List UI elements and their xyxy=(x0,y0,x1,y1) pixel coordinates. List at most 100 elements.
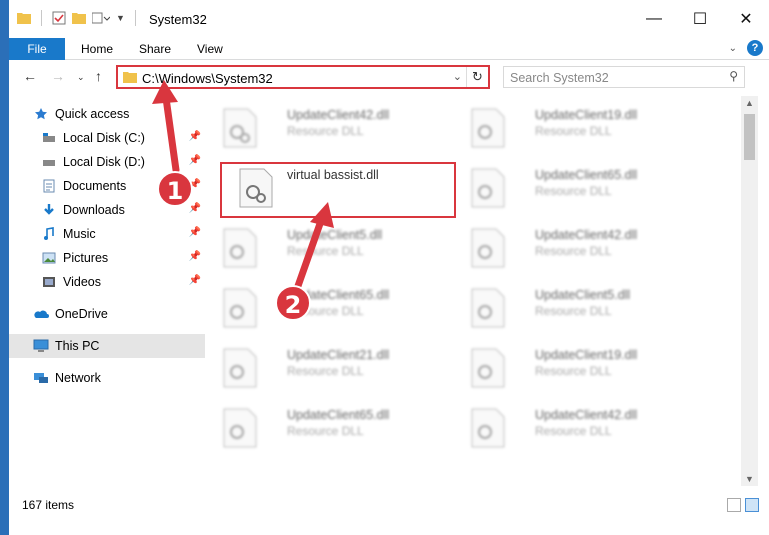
status-bar: 167 items xyxy=(9,496,769,516)
pin-icon[interactable]: 📌 xyxy=(189,131,201,142)
vertical-scrollbar[interactable]: ▲ ▼ xyxy=(741,96,758,486)
list-item[interactable]: UpdateClient42.dll Resource DLL xyxy=(463,400,699,452)
dll-file-icon xyxy=(223,108,257,148)
file-type: Resource DLL xyxy=(535,364,612,378)
list-item[interactable]: UpdateClient19.dll Resource DLL xyxy=(463,100,699,152)
chevron-down-icon[interactable]: ⌄ xyxy=(453,70,462,83)
annotation-step-2: 2 xyxy=(275,285,311,321)
dll-file-icon xyxy=(471,108,505,148)
file-type: Resource DLL xyxy=(535,184,612,198)
ribbon-controls: ⌄ ? xyxy=(729,40,763,56)
pin-icon[interactable]: 📌 xyxy=(189,155,201,166)
large-icons-view-button[interactable] xyxy=(745,498,759,512)
navigation-pane: Quick access Local Disk (C:) 📌 Local Dis… xyxy=(9,96,205,486)
search-input[interactable]: Search System32 xyxy=(510,71,609,85)
downloads-icon xyxy=(41,202,57,218)
file-type: Resource DLL xyxy=(287,424,364,438)
list-item[interactable]: UpdateClient5.dll Resource DLL xyxy=(463,280,699,332)
sidebar-item-quick-access[interactable]: Quick access xyxy=(9,102,205,126)
sidebar-item-label: Local Disk (C:) xyxy=(63,131,145,145)
file-name: UpdateClient65.dll xyxy=(535,168,638,182)
sidebar-item-label: Music xyxy=(63,227,96,241)
documents-icon xyxy=(41,178,57,194)
sidebar-item-label: This PC xyxy=(55,339,100,353)
item-count: 167 items xyxy=(22,498,75,512)
sidebar-item-pictures[interactable]: Pictures 📌 xyxy=(9,246,205,270)
scroll-up-arrow[interactable]: ▲ xyxy=(745,98,754,108)
sidebar-item-label: Downloads xyxy=(63,203,125,217)
back-button[interactable]: ← xyxy=(23,68,37,84)
list-item[interactable]: UpdateClient19.dll Resource DLL xyxy=(463,340,699,392)
up-button[interactable]: ↑ xyxy=(95,68,102,84)
pin-icon[interactable]: 📌 xyxy=(189,203,201,214)
sidebar-item-videos[interactable]: Videos 📌 xyxy=(9,270,205,294)
scroll-thumb[interactable] xyxy=(744,114,755,160)
annotation-highlight-file xyxy=(220,162,456,218)
customize-toolbar-icon[interactable] xyxy=(92,12,110,24)
recent-locations-button[interactable]: ⌄ xyxy=(77,72,85,83)
file-name: UpdateClient42.dll xyxy=(535,408,638,422)
help-button[interactable]: ? xyxy=(747,40,763,56)
sidebar-item-onedrive[interactable]: OneDrive xyxy=(9,302,205,326)
expand-ribbon-icon[interactable]: ⌄ xyxy=(729,43,737,54)
file-type: Resource DLL xyxy=(287,124,364,138)
chevron-down-icon[interactable]: ▼ xyxy=(116,13,125,23)
annotation-step-1: 1 xyxy=(157,171,193,207)
tab-share[interactable]: Share xyxy=(127,38,183,60)
folder-icon xyxy=(17,13,31,24)
toolbar-separator xyxy=(41,10,42,26)
search-box[interactable]: Search System32 ⚲ xyxy=(503,66,745,88)
sidebar-item-music[interactable]: Music 📌 xyxy=(9,222,205,246)
dll-file-icon xyxy=(223,348,257,388)
list-item[interactable]: UpdateClient65.dll Resource DLL xyxy=(215,400,451,452)
sidebar-item-local-disk-c[interactable]: Local Disk (C:) 📌 xyxy=(9,126,205,150)
pc-icon xyxy=(33,338,49,354)
file-type: Resource DLL xyxy=(535,304,612,318)
tab-home[interactable]: Home xyxy=(69,38,125,60)
properties-icon[interactable] xyxy=(52,11,66,25)
navigation-bar: ← → ⌄ ↑ C:\Windows\System32 ⌄ ↻ Search S… xyxy=(9,60,769,94)
file-name: UpdateClient21.dll xyxy=(287,348,390,362)
tab-view[interactable]: View xyxy=(185,38,235,60)
pin-icon[interactable]: 📌 xyxy=(189,251,201,262)
list-item[interactable]: UpdateClient65.dll Resource DLL xyxy=(463,160,699,212)
toolbar-separator xyxy=(134,10,136,26)
dll-file-icon xyxy=(223,288,257,328)
ribbon-tabs: File Home Share View ⌄ ? xyxy=(9,38,769,60)
file-explorer-window: ▼ System32 — ☐ ✕ File Home Share View ⌄ … xyxy=(9,0,769,535)
search-icon[interactable]: ⚲ xyxy=(729,69,738,83)
dll-file-icon xyxy=(471,408,505,448)
maximize-button[interactable]: ☐ xyxy=(677,0,723,38)
new-folder-icon[interactable] xyxy=(72,12,86,24)
details-view-button[interactable] xyxy=(727,498,741,512)
list-item[interactable]: UpdateClient21.dll Resource DLL xyxy=(215,340,451,392)
file-name: UpdateClient42.dll xyxy=(535,228,638,242)
dll-file-icon xyxy=(471,168,505,208)
tab-file[interactable]: File xyxy=(9,38,65,60)
network-icon xyxy=(33,370,49,386)
close-button[interactable]: ✕ xyxy=(723,0,769,38)
address-bar[interactable]: C:\Windows\System32 ⌄ ↻ xyxy=(116,65,490,89)
sidebar-item-network[interactable]: Network xyxy=(9,366,205,390)
list-item[interactable]: UpdateClient42.dll Resource DLL xyxy=(215,100,451,152)
list-item[interactable]: UpdateClient5.dll Resource DLL xyxy=(215,220,451,272)
file-name: UpdateClient42.dll xyxy=(287,108,390,122)
sidebar-item-label: Pictures xyxy=(63,251,109,265)
sidebar-item-this-pc[interactable]: This PC xyxy=(9,334,205,358)
window-title: System32 xyxy=(149,12,207,27)
window-controls: — ☐ ✕ xyxy=(631,0,769,38)
file-name: UpdateClient5.dll xyxy=(535,288,631,302)
refresh-button[interactable]: ↻ xyxy=(466,67,488,87)
pictures-icon xyxy=(41,250,57,266)
pin-icon[interactable]: 📌 xyxy=(189,275,201,286)
title-bar: ▼ System32 — ☐ ✕ xyxy=(9,0,769,38)
pin-icon[interactable]: 📌 xyxy=(189,227,201,238)
forward-button[interactable]: → xyxy=(51,68,65,84)
quick-access-toolbar: ▼ xyxy=(17,10,140,26)
file-name: UpdateClient19.dll xyxy=(535,108,638,122)
address-path[interactable]: C:\Windows\System32 xyxy=(142,71,273,86)
scroll-down-arrow[interactable]: ▼ xyxy=(745,474,754,484)
list-item[interactable]: UpdateClient42.dll Resource DLL xyxy=(463,220,699,272)
list-item[interactable]: UpdateClient65.dll Resource DLL xyxy=(215,280,451,332)
minimize-button[interactable]: — xyxy=(631,0,677,38)
